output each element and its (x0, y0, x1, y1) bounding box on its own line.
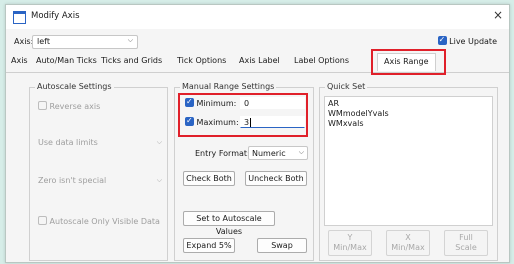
x-minmax-line1: X (405, 233, 411, 242)
list-item[interactable]: WMmodelYvals (328, 109, 389, 119)
expand-button[interactable]: Expand 5% (183, 238, 235, 253)
reverse-axis-label: Reverse axis (49, 102, 101, 111)
set-autoscale-button[interactable]: Set to Autoscale Values (183, 211, 275, 236)
full-scale-line1: Full (459, 233, 473, 242)
chevron-down-icon: ⌵ (156, 138, 162, 146)
chevron-down-icon: ⌵ (156, 176, 162, 184)
close-icon[interactable]: × (493, 8, 503, 22)
check-both-button[interactable]: Check Both (183, 171, 235, 186)
tab-auto-man-ticks[interactable]: Auto/Man Ticks (36, 56, 97, 65)
full-scale-line2: Scale (455, 243, 477, 252)
entry-format-dropdown[interactable]: Numeric ⌵ (248, 146, 308, 160)
full-scale-button[interactable]: Full Scale (444, 230, 488, 256)
window-title: Modify Axis (31, 11, 80, 21)
y-minmax-line1: Y (347, 233, 353, 242)
quick-set-title: Quick Set (325, 82, 368, 91)
list-item[interactable]: WMxvals (328, 119, 389, 129)
axis-dropdown-value: left (37, 37, 50, 46)
tab-axis-label[interactable]: Axis Label (239, 56, 280, 65)
visible-only-label: Autoscale Only Visible Data (49, 217, 160, 226)
title-bar: Modify Axis × (6, 5, 509, 29)
uncheck-both-button[interactable]: Uncheck Both (245, 171, 307, 186)
quick-set-group: Quick Set AR WMmodelYvals WMxvals Y Min/… (319, 82, 498, 261)
entry-format-label: Entry Format: (195, 149, 250, 158)
checkbox-icon (437, 35, 447, 45)
data-limits-dropdown[interactable]: Use data limits ⌵ (38, 138, 162, 147)
live-update-checkbox[interactable]: Live Update (437, 35, 497, 46)
axis-dropdown[interactable]: left ⌵ (32, 35, 138, 49)
zero-dropdown[interactable]: Zero isn't special ⌵ (38, 176, 162, 185)
visible-only-checkbox[interactable]: Autoscale Only Visible Data (38, 216, 160, 226)
zero-value: Zero isn't special (38, 176, 107, 185)
tab-ticks-and-grids[interactable]: Ticks and Grids (101, 56, 162, 65)
data-limits-value: Use data limits (38, 138, 98, 147)
checkbox-icon (38, 101, 47, 110)
entry-format-value: Numeric (252, 149, 286, 158)
x-minmax-button[interactable]: X Min/Max (386, 230, 430, 256)
manual-range-title: Manual Range Settings (180, 82, 277, 91)
chevron-down-icon: ⌵ (298, 148, 304, 156)
chevron-down-icon: ⌵ (127, 36, 133, 44)
list-item[interactable]: AR (328, 99, 389, 109)
tab-axis[interactable]: Axis (11, 56, 28, 65)
checkbox-icon (38, 216, 47, 225)
highlight-axis-range-tab (371, 49, 446, 75)
tab-tick-options[interactable]: Tick Options (177, 56, 226, 65)
y-minmax-button[interactable]: Y Min/Max (328, 230, 372, 256)
autoscale-settings-title: Autoscale Settings (35, 82, 114, 91)
tab-label-options[interactable]: Label Options (294, 56, 349, 65)
y-minmax-line2: Min/Max (333, 243, 367, 252)
axis-label: Axis: (14, 37, 34, 46)
x-minmax-line2: Min/Max (391, 243, 425, 252)
modify-axis-dialog: Modify Axis × Axis: left ⌵ Live Update A… (5, 4, 510, 263)
wave-list[interactable]: AR WMmodelYvals WMxvals (324, 96, 493, 226)
live-update-label: Live Update (449, 37, 497, 46)
autoscale-settings-group: Autoscale Settings Reverse axis Use data… (29, 82, 168, 261)
window-icon (13, 11, 26, 24)
reverse-axis-checkbox[interactable]: Reverse axis (38, 101, 100, 111)
highlight-min-max (178, 93, 308, 137)
swap-button[interactable]: Swap (257, 238, 307, 253)
